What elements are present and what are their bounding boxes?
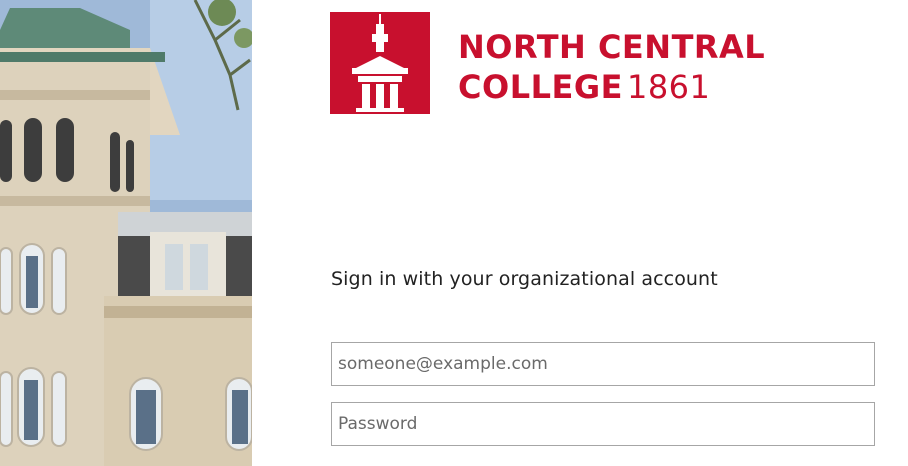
college-name-line1: NORTH CENTRAL xyxy=(458,28,766,66)
college-name-word: COLLEGE xyxy=(458,68,623,106)
password-input[interactable] xyxy=(331,402,875,446)
tower-emblem-icon xyxy=(330,12,430,114)
founding-year: 1861 xyxy=(626,68,711,106)
college-wordmark: NORTH CENTRAL COLLEGE 1861 xyxy=(458,27,765,107)
college-logo: NORTH CENTRAL COLLEGE 1861 xyxy=(330,12,765,114)
username-input[interactable] xyxy=(331,342,875,386)
campus-building-photo xyxy=(0,0,252,466)
sign-in-heading: Sign in with your organizational account xyxy=(331,268,718,290)
sign-in-page: NORTH CENTRAL COLLEGE 1861 Sign in with y… xyxy=(0,0,908,466)
college-name-line2: COLLEGE 1861 xyxy=(458,67,765,107)
